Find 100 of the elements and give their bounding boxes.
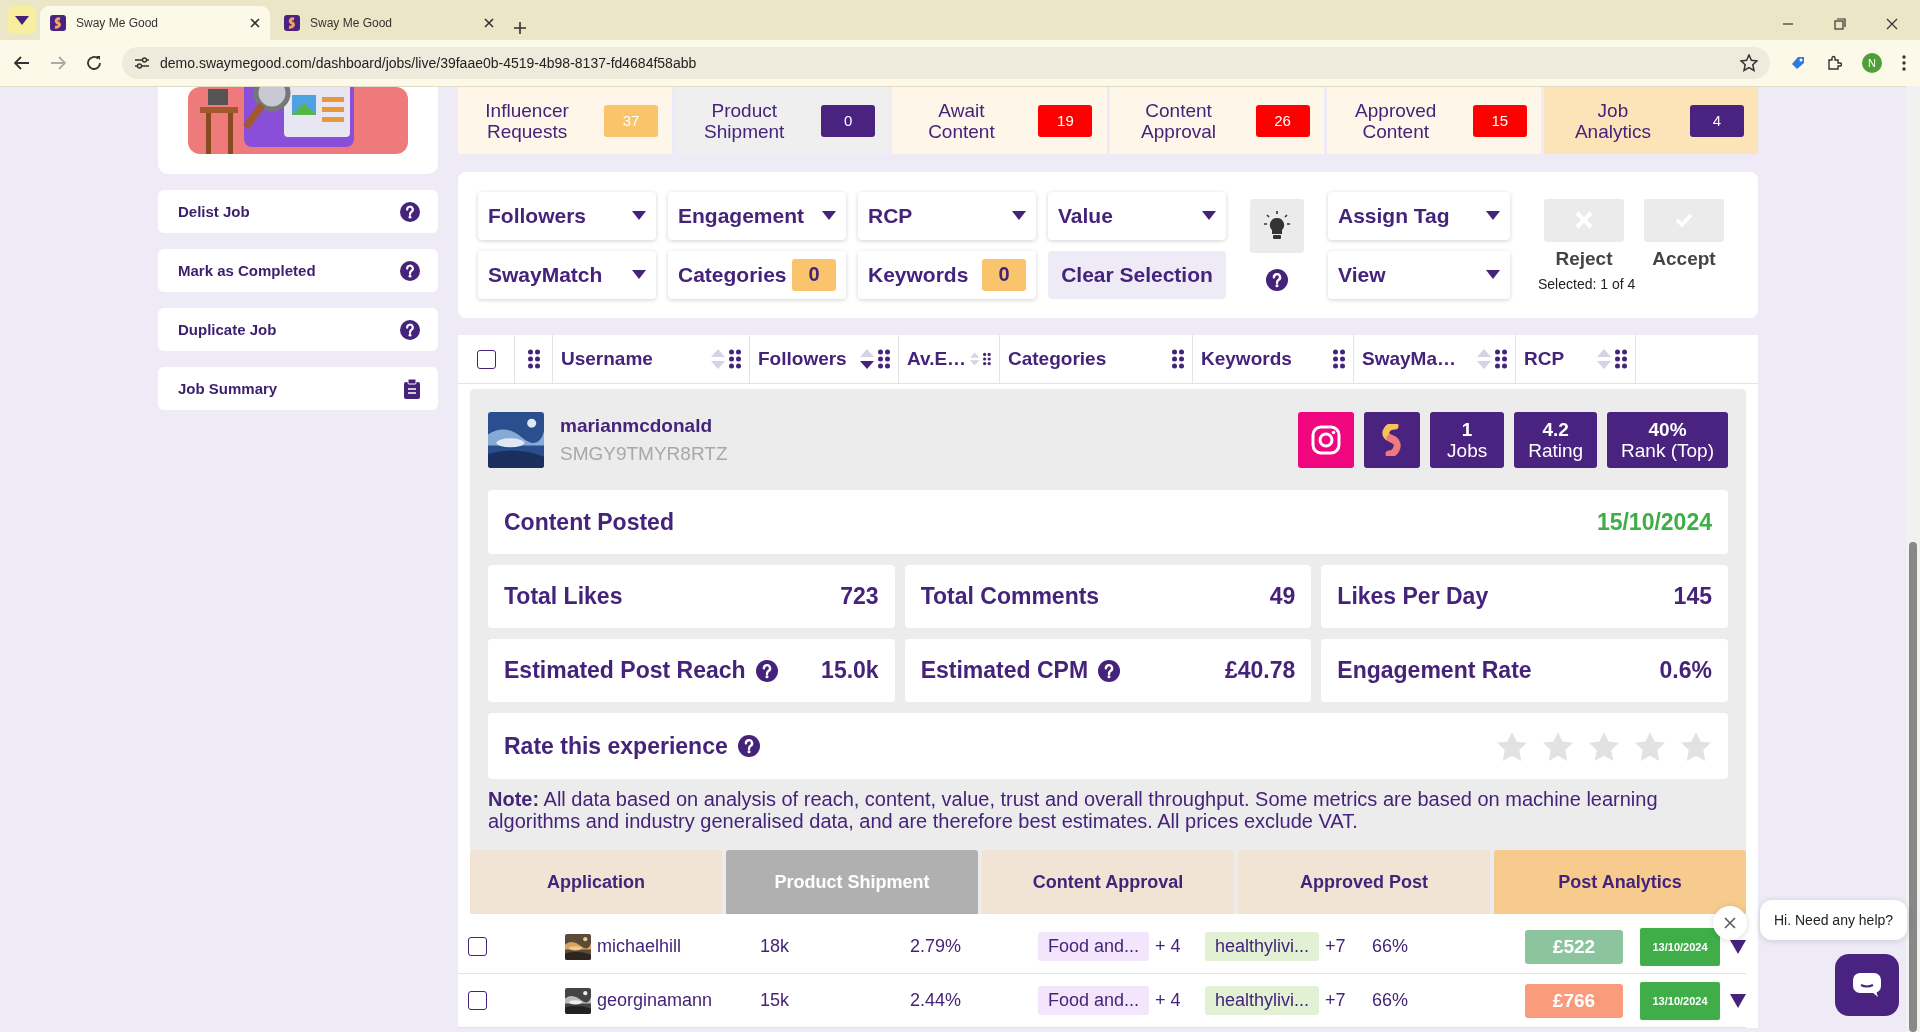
restore-icon[interactable]: [1834, 18, 1846, 30]
stage-tab[interactable]: Content Approval: [982, 850, 1234, 914]
column-header[interactable]: Av.E…: [907, 348, 967, 370]
column-header[interactable]: SwayMa…: [1362, 348, 1473, 370]
star-icon[interactable]: [1496, 730, 1528, 762]
bookmark-star-icon[interactable]: [1740, 54, 1758, 72]
checkbox[interactable]: [468, 937, 487, 956]
dropdown-label: RCP: [868, 203, 913, 228]
filter-dropdown[interactable]: Value: [1048, 191, 1226, 240]
checkbox[interactable]: [476, 349, 496, 369]
dropdown[interactable]: Assign Tag: [1328, 191, 1510, 240]
scrollbar[interactable]: [1906, 86, 1920, 1032]
address-bar[interactable]: demo.swaymegood.com/dashboard/jobs/live/39faae0b-4519-4b98-8137-fd4684f58abb: [122, 47, 1770, 79]
caret-icon: [15, 15, 29, 25]
drag-handle-icon[interactable]: [729, 349, 741, 369]
star-icon[interactable]: [1634, 730, 1666, 762]
metric-label: Estimated Post Reach: [504, 657, 746, 684]
filter-dropdown[interactable]: Engagement: [668, 191, 846, 240]
username[interactable]: marianmcdonald: [560, 414, 1283, 437]
tab-label: Await Content: [927, 99, 996, 142]
browser-tab[interactable]: Sway Me Good: [40, 6, 270, 40]
back-icon[interactable]: [14, 56, 30, 70]
column-header[interactable]: Followers: [758, 348, 856, 370]
sidebar-action[interactable]: Delist Job: [158, 190, 438, 233]
filter-dropdown[interactable]: Followers: [478, 191, 656, 240]
close-icon[interactable]: [484, 18, 494, 28]
username[interactable]: georginamann: [597, 990, 713, 1011]
filter-button[interactable]: Keywords 0: [858, 250, 1036, 299]
lightbulb-button[interactable]: [1250, 199, 1304, 253]
username[interactable]: michaelhill: [597, 936, 682, 957]
keyword-tag: healthylivi...: [1205, 986, 1320, 1015]
stage-tab[interactable]: Await Content 19: [892, 87, 1107, 154]
keyword-tag: healthylivi...: [1205, 932, 1320, 961]
help-icon[interactable]: [400, 260, 420, 281]
sidebar-action[interactable]: Job Summary: [158, 367, 438, 410]
tag-icon[interactable]: [1790, 55, 1806, 71]
star-rating[interactable]: [1496, 730, 1712, 762]
tab-label: Product Shipment: [703, 99, 786, 142]
browser-tab[interactable]: Sway Me Good: [274, 6, 504, 40]
filter-dropdown[interactable]: SwayMatch: [478, 250, 656, 299]
tab-label: Influencer Requests: [484, 99, 570, 142]
help-icon[interactable]: [1098, 659, 1121, 682]
site-settings-icon[interactable]: [134, 56, 150, 70]
stage-tab[interactable]: Approved Content 15: [1326, 87, 1541, 154]
filter-button[interactable]: Categories 0: [668, 250, 846, 299]
clipboard-icon[interactable]: [404, 378, 420, 399]
more-count: + 4: [1155, 990, 1181, 1011]
star-icon[interactable]: [1680, 730, 1712, 762]
metric-label: Likes Per Day: [1337, 583, 1489, 610]
drag-handle-icon[interactable]: [1495, 349, 1507, 369]
stage-tab[interactable]: Job Analytics 4: [1543, 87, 1759, 154]
menu-icon[interactable]: [1902, 55, 1906, 71]
expand-caret-icon[interactable]: [1730, 993, 1746, 1008]
sidebar-action[interactable]: Mark as Completed: [158, 249, 438, 292]
column-header[interactable]: Keywords: [1201, 348, 1329, 370]
count-badge: 26: [1255, 104, 1310, 137]
sidebar-action[interactable]: Duplicate Job: [158, 308, 438, 351]
tab-label: Job Analytics: [1573, 99, 1652, 142]
drag-handle-icon[interactable]: [878, 349, 890, 369]
help-icon[interactable]: [400, 319, 420, 340]
filter-dropdown[interactable]: RCP: [858, 191, 1036, 240]
drag-handle-icon[interactable]: [1172, 349, 1184, 369]
help-icon[interactable]: [737, 735, 760, 757]
star-icon[interactable]: [1588, 730, 1620, 762]
caret-icon: [1486, 270, 1500, 279]
more-count: +7: [1325, 936, 1346, 957]
stage-tab[interactable]: Approved Post: [1238, 850, 1490, 914]
scrollbar-thumb[interactable]: [1909, 542, 1917, 1032]
metric-label: Engagement Rate: [1337, 657, 1532, 684]
help-icon[interactable]: [400, 201, 420, 222]
count-badge: 0: [982, 258, 1026, 291]
stage-tab[interactable]: Application: [470, 850, 722, 914]
help-icon[interactable]: [1266, 269, 1288, 291]
column-header[interactable]: Categories: [1008, 348, 1168, 370]
drag-handle-icon[interactable]: [527, 349, 540, 369]
sort-icon[interactable]: [860, 349, 874, 369]
drag-handle-icon[interactable]: [1615, 349, 1627, 369]
help-icon[interactable]: [755, 659, 778, 682]
column-header[interactable]: RCP: [1524, 348, 1593, 370]
stage-tab[interactable]: Content Approval 26: [1109, 87, 1324, 154]
dropdown[interactable]: View: [1328, 250, 1510, 299]
swaymatch-button[interactable]: [1364, 411, 1421, 468]
stage-tab[interactable]: Influencer Requests 37: [458, 87, 673, 154]
clear-selection-button[interactable]: Clear Selection: [1048, 250, 1226, 299]
close-icon[interactable]: [1886, 18, 1898, 30]
stage-tab[interactable]: Post Analytics: [1494, 850, 1746, 914]
star-icon[interactable]: [1542, 730, 1574, 762]
metric-value: 723: [840, 583, 879, 610]
chat-button[interactable]: [1835, 954, 1899, 1016]
close-icon[interactable]: [250, 18, 260, 28]
column-header[interactable]: Username: [561, 348, 707, 370]
note-text: Note: All data based on analysis of reach, content, value, trust and overall throughput. Some metrics are based on machine learning algorithms and industry generalised data, and are therefore best estimates. All prices exclude VAT.: [488, 788, 1659, 832]
checkbox[interactable]: [468, 991, 487, 1010]
count-badge: 0: [821, 104, 876, 137]
reload-icon[interactable]: [86, 55, 102, 71]
drag-handle-icon[interactable]: [1333, 349, 1345, 369]
price-badge: £766: [1525, 983, 1623, 1018]
extensions-icon[interactable]: [1826, 55, 1842, 71]
tab-search-button[interactable]: [8, 6, 36, 34]
instagram-button[interactable]: [1298, 411, 1355, 468]
